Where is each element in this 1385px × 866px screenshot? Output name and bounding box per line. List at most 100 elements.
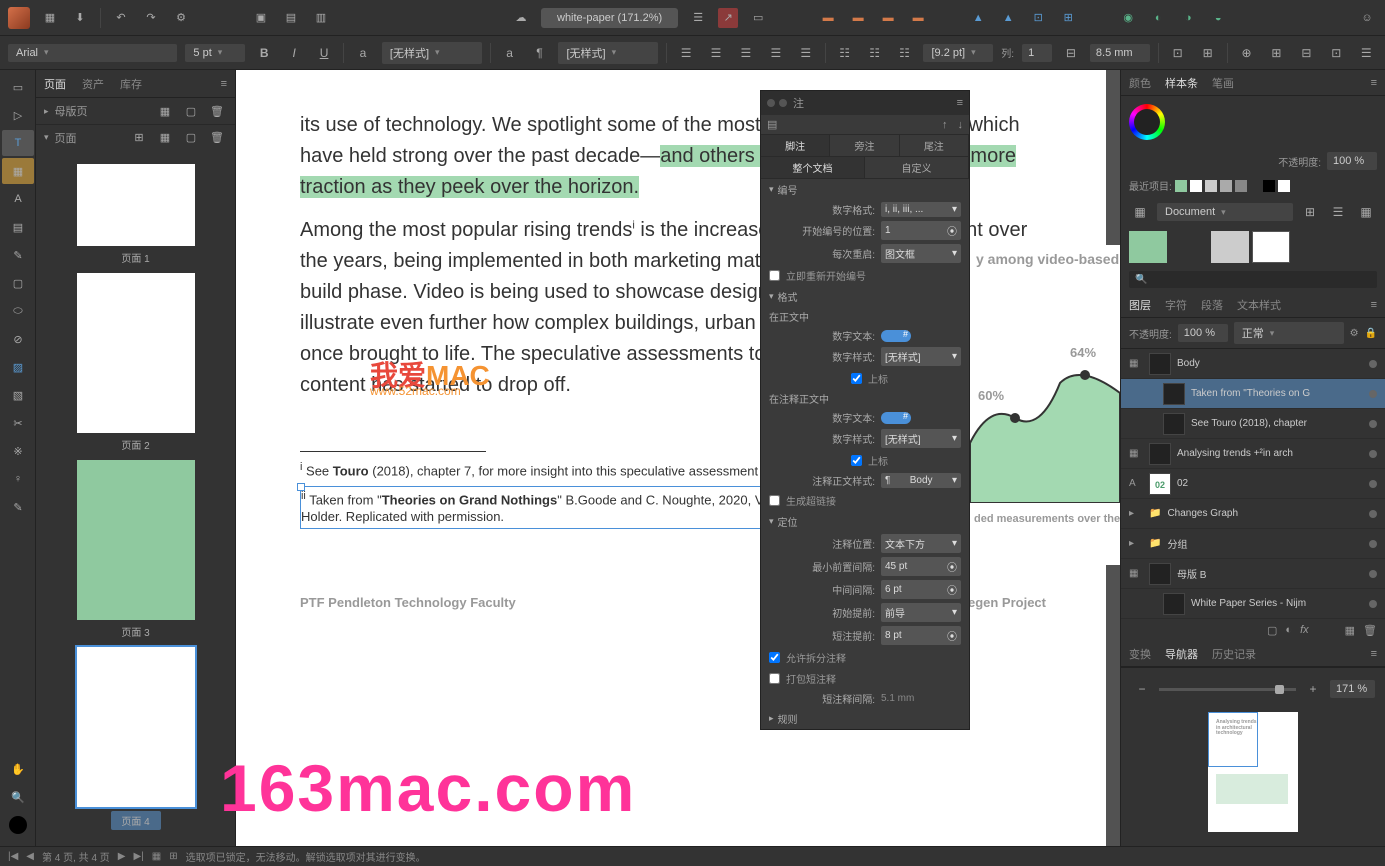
tab-swatch[interactable]: 样本条 xyxy=(1165,75,1198,91)
table-tool-icon[interactable]: ▤ xyxy=(2,214,34,240)
pin5-icon[interactable]: ☰ xyxy=(1355,42,1377,64)
swatch-document-dropdown[interactable]: Document xyxy=(1157,203,1293,221)
lock-icon[interactable]: 🔒 xyxy=(1365,328,1377,339)
pin1-icon[interactable]: ⊕ xyxy=(1236,42,1258,64)
swatch[interactable] xyxy=(1252,231,1290,263)
italic-button[interactable]: I xyxy=(283,42,305,64)
layer-row[interactable]: ▦Body xyxy=(1121,349,1385,379)
fx-icon[interactable]: fx xyxy=(1300,624,1309,637)
tab-navigator[interactable]: 导航器 xyxy=(1165,646,1198,662)
ellipse-tool-icon[interactable]: ⬭ xyxy=(2,298,34,324)
layer-row[interactable]: ▸📁Changes Graph xyxy=(1121,499,1385,529)
vector-crop-tool-icon[interactable]: ✂ xyxy=(2,410,34,436)
pin4-icon[interactable]: ⊡ xyxy=(1325,42,1347,64)
opacity-input[interactable]: 100 % xyxy=(1327,152,1377,170)
tab-pages[interactable]: 页面 xyxy=(44,76,66,92)
swatch-grid-icon[interactable]: ⊞ xyxy=(1299,201,1321,223)
split-icon[interactable]: ⊞ xyxy=(169,851,177,862)
color-wheel[interactable] xyxy=(1129,104,1165,140)
place-image-tool-icon[interactable]: ▧ xyxy=(2,382,34,408)
align-left-button[interactable]: ☰ xyxy=(675,42,697,64)
tracking-dropdown[interactable]: [9.2 pt] xyxy=(923,44,993,62)
panel-menu-icon[interactable]: ≡ xyxy=(1371,648,1377,660)
fill-tool-icon[interactable]: ※ xyxy=(2,438,34,464)
column-count[interactable]: 1 xyxy=(1022,44,1052,62)
arrange2-icon[interactable]: ▬ xyxy=(848,8,868,28)
restart-input[interactable]: 图文框▾ xyxy=(881,244,961,263)
layer-row[interactable]: ▸📁分组 xyxy=(1121,529,1385,559)
tab-para[interactable]: 段落 xyxy=(1201,297,1223,313)
gen-link-check[interactable] xyxy=(769,495,780,506)
transparency-tool-icon[interactable]: ♀ xyxy=(2,466,34,492)
doc-icon[interactable]: ▤ xyxy=(281,8,301,28)
pen-tool-icon[interactable]: ✎ xyxy=(2,242,34,268)
file-icon[interactable]: ▦ xyxy=(40,8,60,28)
tab-whole-doc[interactable]: 整个文档 xyxy=(761,157,865,178)
group1-icon[interactable]: ◉ xyxy=(1118,8,1138,28)
swatch[interactable] xyxy=(1211,231,1249,263)
align-right-button[interactable]: ☰ xyxy=(735,42,757,64)
add-layer-icon[interactable]: ▦ xyxy=(1345,624,1355,637)
copy-master-icon[interactable]: ▢ xyxy=(181,101,201,121)
zoom-tool-icon[interactable]: 🔍 xyxy=(2,784,34,810)
char-style-dropdown[interactable]: [无样式] xyxy=(382,42,482,64)
rotate-icon[interactable]: ⊡ xyxy=(1028,8,1048,28)
pin2-icon[interactable]: ⊞ xyxy=(1266,42,1288,64)
flip-h-icon[interactable]: ▲ xyxy=(968,8,988,28)
nav-first-icon[interactable]: |◀ xyxy=(8,851,18,862)
number-list-button[interactable]: ☷ xyxy=(864,42,886,64)
redo-icon[interactable]: ↷ xyxy=(141,8,161,28)
tab-assets[interactable]: 资产 xyxy=(82,76,104,92)
superscript-check2[interactable] xyxy=(851,455,862,466)
delete-page-icon[interactable]: 🗑 xyxy=(207,128,227,148)
font-family-dropdown[interactable]: Arial xyxy=(8,44,177,62)
frame-text-tool-icon[interactable]: ▦ xyxy=(2,158,34,184)
tab-sidenote[interactable]: 旁注 xyxy=(830,135,899,156)
swatch-recent[interactable] xyxy=(1235,180,1247,192)
tab-footnote[interactable]: 脚注 xyxy=(761,135,830,156)
num-format-input[interactable]: i, ii, iii, ...▾ xyxy=(881,202,961,217)
arrange3-icon[interactable]: ▬ xyxy=(878,8,898,28)
pilcrow-icon[interactable]: ¶ xyxy=(529,42,551,64)
gear-icon[interactable]: ⚙ xyxy=(171,8,191,28)
swatch-recent[interactable] xyxy=(1190,180,1202,192)
group3-icon[interactable]: ◑ xyxy=(1178,8,1198,28)
mask-icon[interactable]: ▢ xyxy=(1267,624,1277,637)
tab-history[interactable]: 历史记录 xyxy=(1212,646,1256,662)
align-justify-button[interactable]: ☰ xyxy=(765,42,787,64)
frame-opt2-icon[interactable]: ⊞ xyxy=(1197,42,1219,64)
note-pos-input[interactable]: 文本下方▾ xyxy=(881,534,961,553)
navigator-preview[interactable]: Analysing trends in architectural techno… xyxy=(1208,712,1298,832)
pin3-icon[interactable]: ⊟ xyxy=(1295,42,1317,64)
nav-prev-icon[interactable]: ◀ xyxy=(26,851,34,862)
num-style-input2[interactable]: [无样式]▾ xyxy=(881,429,961,448)
note-body-style-input[interactable]: ¶ Body▾ xyxy=(881,473,961,488)
swatch-search-input[interactable] xyxy=(1129,271,1377,288)
page-thumb-3[interactable] xyxy=(77,460,195,620)
layer-row[interactable]: See Touro (2018), chapter xyxy=(1121,409,1385,439)
tab-textstyle[interactable]: 文本样式 xyxy=(1237,297,1281,313)
gear-icon[interactable]: ⚙ xyxy=(1350,328,1359,339)
restart-now-check[interactable] xyxy=(769,270,780,281)
tab-brush[interactable]: 笔画 xyxy=(1212,75,1234,91)
layer-row[interactable]: White Paper Series - Nijm xyxy=(1121,589,1385,619)
tab-custom[interactable]: 自定义 xyxy=(865,157,969,178)
account-icon[interactable]: ☺ xyxy=(1357,8,1377,28)
rounded-rect-tool-icon[interactable]: ⊘ xyxy=(2,326,34,352)
swatch-add-icon[interactable]: ▦ xyxy=(1355,201,1377,223)
undo-icon[interactable]: ↶ xyxy=(111,8,131,28)
column-gap[interactable]: 8.5 mm xyxy=(1090,44,1150,62)
list-options-button[interactable]: ☷ xyxy=(894,42,916,64)
add-master-icon[interactable]: ▦ xyxy=(155,101,175,121)
underline-button[interactable]: U xyxy=(313,42,335,64)
color-picker-tool-icon[interactable]: ✎ xyxy=(2,494,34,520)
align-center-button[interactable]: ☰ xyxy=(705,42,727,64)
init-raise-input[interactable]: 前导▾ xyxy=(881,603,961,622)
swatch-recent[interactable] xyxy=(1220,180,1232,192)
arrange4-icon[interactable]: ▬ xyxy=(908,8,928,28)
swatch[interactable] xyxy=(1170,231,1208,263)
layer-row[interactable]: ▦母版 B xyxy=(1121,559,1385,589)
zoom-in-button[interactable]: + xyxy=(1302,678,1324,700)
char-style-icon[interactable]: a xyxy=(352,42,374,64)
panel-menu-icon[interactable]: ≡ xyxy=(221,78,227,90)
